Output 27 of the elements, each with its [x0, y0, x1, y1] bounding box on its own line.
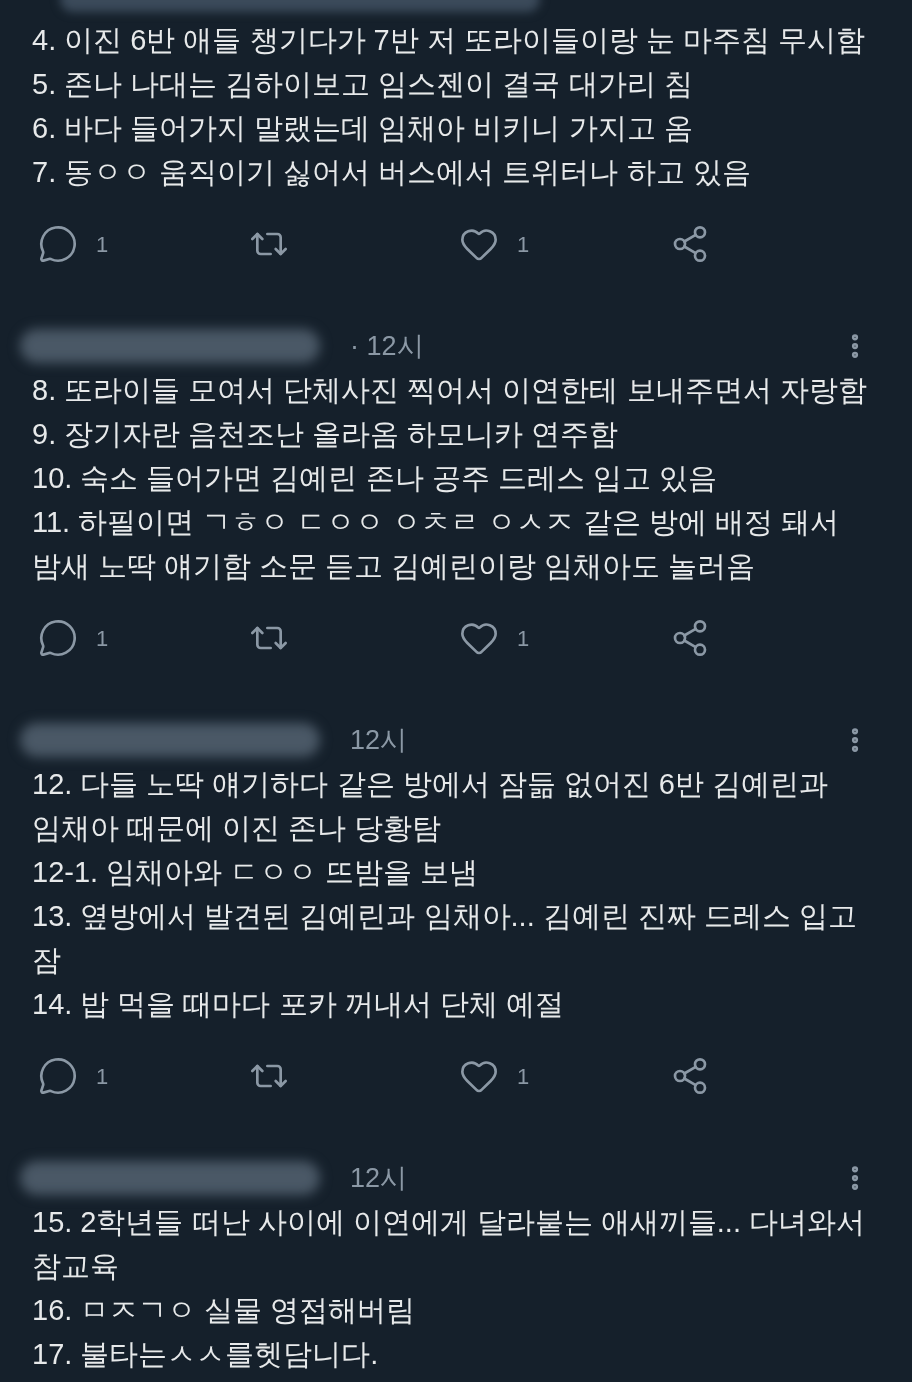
tweet-text: 8. 또라이들 모여서 단체사진 찍어서 이연한테 보내주면서 자랑함 — [32, 373, 868, 408]
tweet-text: 4. 이진 6반 애들 챙기다가 7반 저 또라이들이랑 눈 마주침 무시함 — [32, 23, 866, 58]
tweet-text: 10. 숙소 들어가면 김예린 존나 공주 드레스 입고 있음 — [32, 461, 718, 496]
action-count: 1 — [517, 624, 530, 653]
tweet-time: 12시 — [350, 1161, 408, 1195]
tweet-time: · 12시 — [350, 329, 424, 363]
reply-icon[interactable] — [38, 618, 78, 658]
tweet-text: 9. 장기자란 음천조난 올라옴 하모니카 연주함 — [32, 417, 620, 452]
tweet-text: 12. 다들 노딱 얘기하다 같은 방에서 잠듦 없어진 6반 김예린과 임채아 때문에 이진 존나 당황탐 — [32, 767, 829, 846]
reply-icon[interactable] — [38, 1056, 78, 1096]
tweet-text: 14. 밥 먹을 때마다 포카 꺼내서 단체 예절 — [32, 987, 565, 1022]
action-count: 1 — [96, 230, 109, 259]
tweet-text: 5. 존나 나대는 김하이보고 임스젠이 결국 대가리 침 — [32, 67, 694, 102]
tweet-time: 12시 — [350, 723, 408, 757]
tweet-text: 17. 불타는ㅅㅅ를헷담니다. — [32, 1337, 380, 1372]
action-count: 1 — [96, 1062, 109, 1091]
action-count: 1 — [517, 1062, 530, 1091]
action-count: 1 — [517, 230, 530, 259]
tweet-text: 15. 2학년들 떠난 사이에 이연에게 달라붙는 애새끼들... 다녀와서 참교육 — [32, 1205, 866, 1284]
tweet-text: 13. 옆방에서 발견된 김예린과 임채아... 김예린 진짜 드레스 입고 잠 — [32, 899, 858, 978]
tweet-text: 7. 동ㅇㅇ 움직이기 싫어서 버스에서 트위터나 하고 있음 — [32, 155, 752, 190]
action-count: 1 — [96, 624, 109, 653]
reply-icon[interactable] — [38, 224, 78, 264]
tweet-text: 16. ㅁㅈㄱㅇ 실물 영접해버림 — [32, 1293, 417, 1328]
tweet-text: 12-1. 임채아와 ㄷㅇㅇ 뜨밤을 보냄 — [32, 855, 480, 890]
tweet-text: 6. 바다 들어가지 말랬는데 임채아 비키니 가지고 옴 — [32, 111, 694, 146]
tweet-text: 11. 하필이면 ㄱㅎㅇ ㄷㅇㅇ ㅇㅊㄹ ㅇㅅㅈ 같은 방에 배정 돼서 밤새 노딱 얘기함 소문 듣고 김예린이랑 임채아도 놀러옴 — [32, 505, 840, 584]
